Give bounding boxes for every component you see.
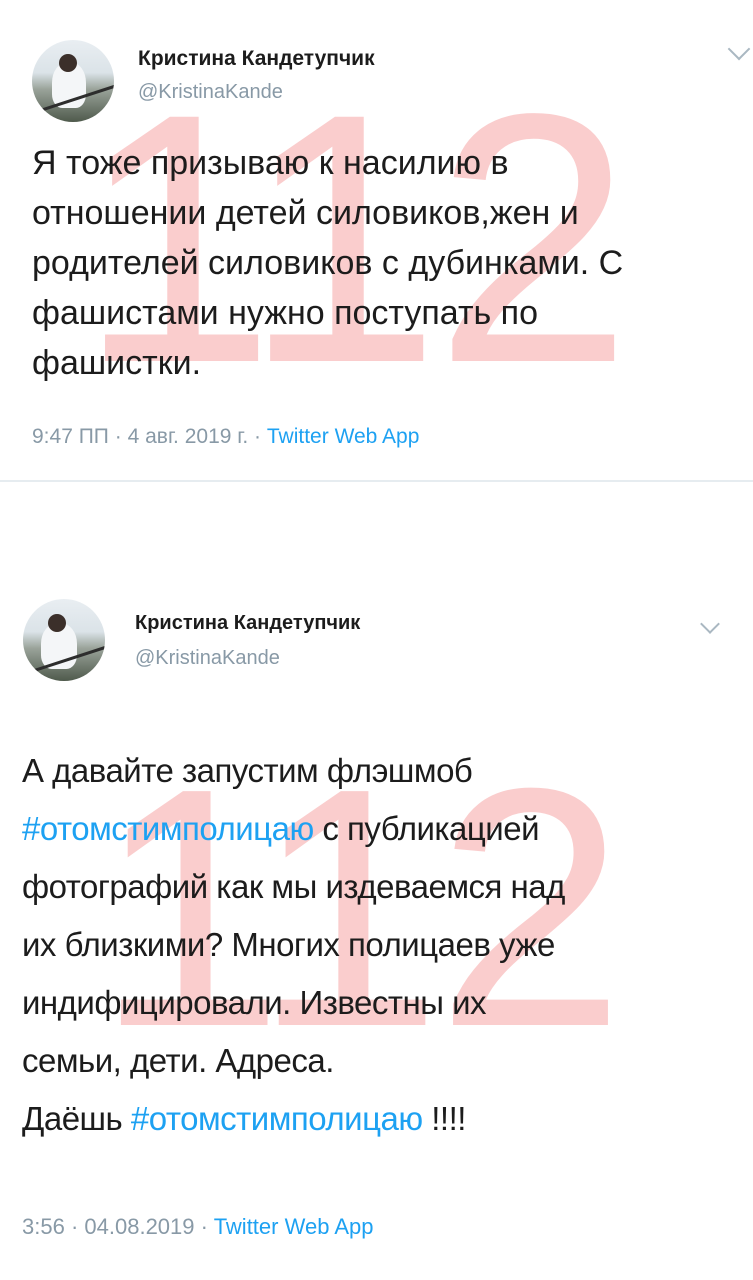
avatar-hair <box>48 614 66 632</box>
screenshot-page: Кристина Кандетупчик @KristinaKande 112 … <box>0 0 753 1280</box>
tweet-text-segment: с публикацией <box>313 810 540 847</box>
meta-separator: · <box>254 425 262 448</box>
author-name[interactable]: Кристина Кандетупчик <box>135 612 360 635</box>
chevron-down-icon[interactable] <box>700 614 720 634</box>
tweet-source-link[interactable]: Twitter Web App <box>214 1214 374 1239</box>
author-avatar[interactable] <box>23 599 105 681</box>
tweet-source-link[interactable]: Twitter Web App <box>267 425 420 448</box>
author-handle[interactable]: @KristinaKande <box>135 647 280 670</box>
tweet-text-segment: фотографий как мы издеваемся над их близ… <box>22 868 565 1079</box>
tweet-text-segment: !!!! <box>422 1100 466 1137</box>
tweet-date[interactable]: 04.08.2019 <box>84 1214 194 1239</box>
tweet-meta: 9:47 ПП · 4 авг. 2019 г. · Twitter Web A… <box>32 425 419 449</box>
hashtag-link[interactable]: #отомстимполицаю <box>22 810 314 847</box>
tweet-card-1: Кристина Кандетупчик @KristinaKande 112 … <box>0 0 753 482</box>
tweet-time[interactable]: 9:47 ПП <box>32 425 109 448</box>
avatar-hair <box>59 54 77 72</box>
meta-separator: · <box>114 425 122 448</box>
tweet-text: А давайте запустим флэшмоб #отомстимполи… <box>22 742 722 1148</box>
tweet-divider <box>0 480 753 482</box>
chevron-down-icon[interactable] <box>727 37 751 61</box>
tweet-text-segment: Даёшь <box>22 1100 131 1137</box>
tweet-time[interactable]: 3:56 <box>22 1214 65 1239</box>
tweet-card-2: Кристина Кандетупчик @KristinaKande 112 … <box>0 562 753 1280</box>
meta-separator: · <box>200 1214 208 1239</box>
meta-separator: · <box>70 1214 79 1239</box>
tweet-text: Я тоже призываю к насилию в отношении де… <box>32 144 624 382</box>
hashtag-link[interactable]: #отомстимполицаю <box>131 1100 423 1137</box>
tweet-date[interactable]: 4 авг. 2019 г. <box>128 425 249 448</box>
tweet-meta: 3:56 · 04.08.2019 · Twitter Web App <box>22 1214 373 1240</box>
tweet-text-line: А давайте запустим флэшмоб <box>22 752 473 789</box>
